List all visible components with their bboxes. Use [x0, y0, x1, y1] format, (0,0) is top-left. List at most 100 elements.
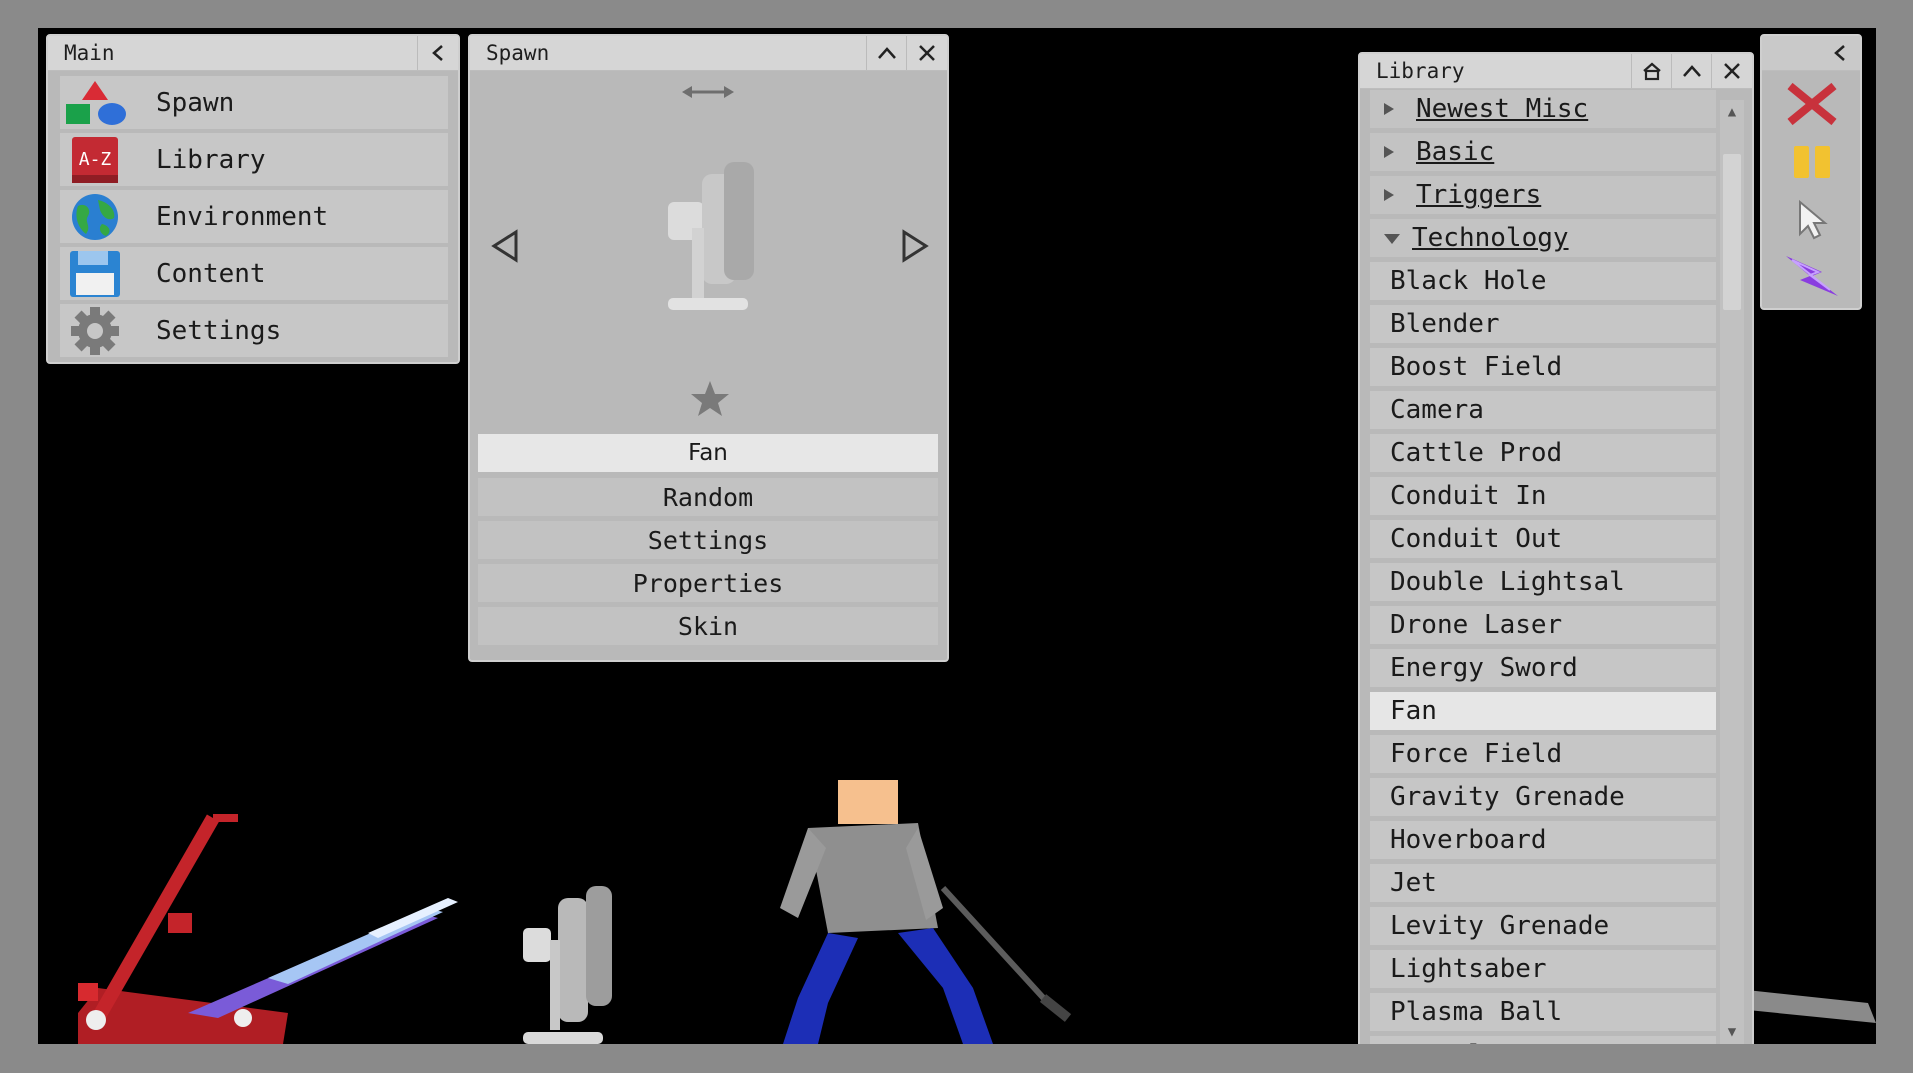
main-item-environment[interactable]: Environment — [60, 190, 448, 243]
previous-item-button[interactable] — [488, 226, 522, 266]
main-panel-header: Main — [48, 36, 458, 71]
triangle-up-icon: ▲ — [1727, 104, 1737, 120]
main-item-library[interactable]: A-Z Library — [60, 133, 448, 186]
lightning-icon — [1782, 252, 1842, 304]
library-item-label: Hoverboard — [1390, 825, 1547, 855]
library-category-newest-misc[interactable]: Newest Misc — [1370, 90, 1716, 128]
library-item[interactable]: Levity Grenade — [1370, 907, 1716, 945]
triangle-right-icon — [898, 229, 932, 270]
floppy-disk-icon — [60, 247, 130, 300]
library-item[interactable]: Fan — [1370, 692, 1716, 730]
double-arrow-icon — [680, 86, 736, 108]
home-button[interactable] — [1631, 54, 1672, 88]
close-button[interactable] — [906, 36, 947, 70]
library-category-triggers[interactable]: Triggers — [1370, 176, 1716, 214]
spawn-panel: Spawn Fan Random Settings Properties Ski… — [468, 34, 949, 662]
close-icon — [1722, 61, 1742, 81]
library-scrollbar[interactable]: ▲ ▼ — [1720, 100, 1744, 1044]
settings-button[interactable]: Settings — [478, 521, 938, 559]
chevron-left-icon — [430, 43, 446, 63]
flip-button[interactable] — [680, 80, 736, 104]
random-button[interactable]: Random — [478, 478, 938, 516]
close-icon — [917, 43, 937, 63]
collapse-button[interactable] — [1820, 36, 1860, 70]
triangle-down-icon — [1382, 223, 1400, 253]
library-category-basic[interactable]: Basic — [1370, 133, 1716, 171]
library-item-label: Blender — [1390, 309, 1500, 339]
library-item[interactable]: Force Field — [1370, 735, 1716, 773]
next-item-button[interactable] — [898, 226, 932, 266]
collapse-button[interactable] — [866, 36, 907, 70]
library-item[interactable]: Plasma Ball — [1370, 993, 1716, 1031]
spawn-panel-header: Spawn — [470, 36, 947, 71]
fan-preview-image — [668, 162, 754, 310]
library-item[interactable]: Lightsaber — [1370, 950, 1716, 988]
collapse-button[interactable] — [1671, 54, 1712, 88]
library-item[interactable]: Blender — [1370, 305, 1716, 343]
tools-panel — [1760, 34, 1862, 310]
library-item-label: Levity Grenade — [1390, 911, 1610, 941]
library-item-label: Plasma Ball — [1390, 997, 1563, 1027]
library-item-label: Lightsaber — [1390, 954, 1547, 984]
delete-tool-button[interactable] — [1778, 78, 1846, 134]
scroll-up-arrow[interactable]: ▲ — [1720, 100, 1744, 124]
library-item-label: Force Field — [1390, 739, 1563, 769]
library-item[interactable]: Conduit Out — [1370, 520, 1716, 558]
shapes-icon — [60, 76, 130, 129]
main-item-content[interactable]: Content — [60, 247, 448, 300]
library-panel: Library Newest Misc Basic Triggers Techn… — [1358, 52, 1754, 1044]
red-jack-object — [78, 814, 288, 1044]
scroll-thumb[interactable] — [1723, 154, 1741, 310]
library-item[interactable]: Camera — [1370, 391, 1716, 429]
library-category-label: Basic — [1416, 137, 1495, 167]
book-az-icon: A-Z — [60, 133, 130, 186]
cursor-icon — [1794, 198, 1830, 246]
library-item-label: Camera — [1390, 395, 1484, 425]
selected-item-name[interactable]: Fan — [478, 434, 938, 472]
cursor-tool-button[interactable] — [1778, 194, 1846, 250]
main-panel-title: Main — [64, 41, 115, 65]
chevron-up-icon — [876, 45, 898, 61]
library-item[interactable]: Jet — [1370, 864, 1716, 902]
properties-button[interactable]: Properties — [478, 564, 938, 602]
library-item[interactable]: Gravity Grenade — [1370, 778, 1716, 816]
library-item-label: Cattle Prod — [1390, 438, 1563, 468]
home-icon — [1641, 61, 1663, 81]
library-item[interactable]: Conduit In — [1370, 477, 1716, 515]
scroll-down-arrow[interactable]: ▼ — [1720, 1020, 1744, 1044]
favorite-button[interactable] — [688, 378, 732, 418]
library-category-label: Newest Misc — [1416, 94, 1589, 124]
library-item-label: Conduit In — [1390, 481, 1547, 511]
power-tool-button[interactable] — [1778, 250, 1846, 306]
skin-button[interactable]: Skin — [478, 607, 938, 645]
library-item-label: Portal — [1390, 1040, 1484, 1044]
close-button[interactable] — [1711, 54, 1752, 88]
library-item[interactable]: Cattle Prod — [1370, 434, 1716, 472]
library-item-label: Black Hole — [1390, 266, 1547, 296]
spawn-panel-title: Spawn — [486, 41, 550, 65]
main-item-settings[interactable]: Settings — [60, 304, 448, 357]
library-item[interactable]: Double Lightsal — [1370, 563, 1716, 601]
tools-panel-header — [1762, 36, 1860, 71]
library-list[interactable]: Newest Misc Basic Triggers Technology Bl… — [1370, 90, 1718, 1044]
library-item-label: Jet — [1390, 868, 1437, 898]
triangle-down-icon: ▼ — [1727, 1024, 1737, 1040]
library-item-label: Boost Field — [1390, 352, 1563, 382]
main-item-label: Library — [156, 144, 266, 175]
pause-button[interactable] — [1778, 136, 1846, 192]
triangle-right-icon — [1382, 180, 1398, 210]
library-item[interactable]: Black Hole — [1370, 262, 1716, 300]
main-item-spawn[interactable]: Spawn — [60, 76, 448, 129]
library-item[interactable]: Portal — [1370, 1036, 1716, 1044]
chevron-up-icon — [1681, 63, 1703, 79]
library-category-technology[interactable]: Technology — [1370, 219, 1716, 257]
library-category-label: Triggers — [1416, 180, 1542, 210]
library-category-label: Technology — [1412, 223, 1569, 253]
library-item[interactable]: Drone Laser — [1370, 606, 1716, 644]
game-viewport[interactable]: Main Spawn A-Z Library Environment Conte… — [38, 28, 1876, 1044]
library-item[interactable]: Energy Sword — [1370, 649, 1716, 687]
collapse-button[interactable] — [417, 36, 458, 70]
library-item-label: Double Lightsal — [1390, 567, 1625, 597]
library-item[interactable]: Hoverboard — [1370, 821, 1716, 859]
library-item[interactable]: Boost Field — [1370, 348, 1716, 386]
